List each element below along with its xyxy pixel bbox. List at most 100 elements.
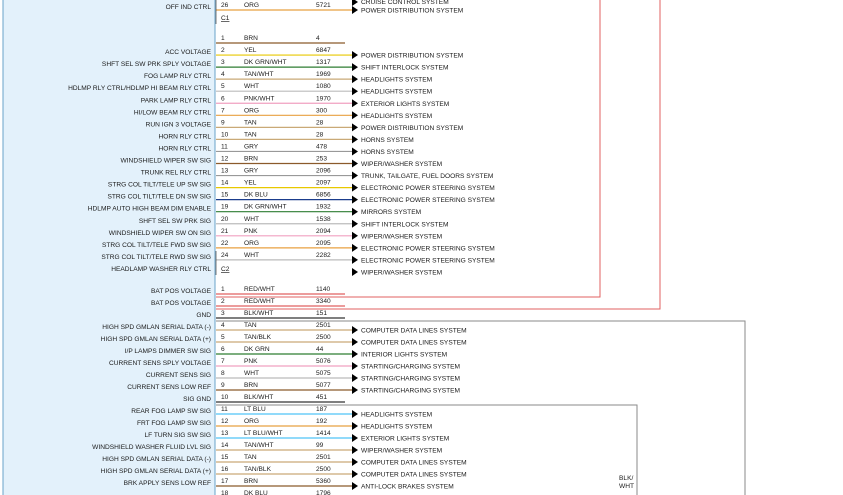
- terminal-label: CURRENT SENS LOW REF: [127, 384, 211, 391]
- terminal-label: HORN RLY CTRL: [158, 145, 211, 152]
- connection-arrow: [352, 219, 358, 228]
- pin-number: 12: [221, 156, 229, 163]
- wire-color: PNK/WHT: [244, 95, 274, 102]
- connection-arrow: [352, 470, 358, 478]
- wire-color: WHT: [244, 252, 259, 259]
- wire-row: GND 3 BLK/WHT 151: [196, 310, 345, 319]
- terminal-label: STRG COL TILT/TELE UP SW SIG: [108, 182, 211, 189]
- side-note-text: BLK/: [619, 475, 633, 482]
- pin-number: 9: [221, 119, 225, 126]
- wiring-diagram: BLK/WHT CRUISE CONTROL SYSTEM OFF IND CTR…: [2, 0, 746, 495]
- pin-number: 4: [221, 71, 225, 78]
- pin-number: 10: [221, 394, 229, 401]
- system-label: SHIFT INTERLOCK SYSTEM: [361, 65, 448, 72]
- pin-number: 2: [221, 298, 225, 305]
- circuit-number: 451: [316, 394, 327, 401]
- system-label: TRUNK, TAILGATE, FUEL DOORS SYSTEM: [361, 173, 493, 180]
- connection-arrow: [352, 482, 358, 490]
- terminal-label: FRT FOG LAMP SW SIG: [137, 420, 211, 427]
- pin-number: 9: [221, 382, 225, 389]
- terminal-label: SHFT SEL SW PRK SPLY VOLTAGE: [102, 61, 212, 68]
- pin-number: 19: [221, 204, 229, 211]
- system-label: ELECTRONIC POWER STEERING SYSTEM: [361, 185, 495, 192]
- pin-number: 14: [221, 442, 229, 449]
- circuit-number: 2500: [316, 466, 331, 473]
- terminal-label: ACC VOLTAGE: [165, 49, 212, 56]
- side-note-text: WHT: [619, 483, 634, 490]
- system-label: COMPUTER DATA LINES SYSTEM: [361, 460, 467, 467]
- terminal-label: HIGH SPD GMLAN SERIAL DATA (-): [102, 324, 211, 331]
- wire-color: BRN: [244, 35, 258, 42]
- wire-color: WHT: [244, 216, 259, 223]
- connection-arrow: [352, 326, 358, 334]
- pin-number: 12: [221, 418, 229, 425]
- pin-number: 26: [221, 2, 229, 9]
- terminal-label: TRUNK REL RLY CTRL: [141, 170, 212, 177]
- wire-color: DK GRN: [244, 346, 270, 353]
- terminal-label: STRG COL TILT/TELE DN SW SIG: [107, 194, 211, 201]
- pin-number: 24: [221, 252, 229, 259]
- system-label: COMPUTER DATA LINES SYSTEM: [361, 328, 467, 335]
- wire-color: TAN/WHT: [244, 71, 274, 78]
- wire-color: RED/WHT: [244, 286, 275, 293]
- system-label: WIPER/WASHER SYSTEM: [361, 233, 442, 240]
- circuit-number: 1317: [316, 59, 331, 66]
- pin-number: 22: [221, 240, 229, 247]
- system-label: HEADLIGHTS SYSTEM: [361, 89, 432, 96]
- wire-row: BAT POS VOLTAGE 1 RED/WHT 1140: [151, 286, 345, 295]
- system-label: POWER DISTRIBUTION SYSTEM: [361, 8, 463, 15]
- pin-number: 18: [221, 490, 229, 495]
- pin-number: 3: [221, 310, 225, 317]
- pin-number: 8: [221, 370, 225, 377]
- circuit-number: 1796: [316, 490, 331, 495]
- system-label: COMPUTER DATA LINES SYSTEM: [361, 472, 467, 479]
- pin-number: 21: [221, 228, 229, 235]
- connection-arrow: [352, 63, 358, 72]
- circuit-number: 1969: [316, 71, 331, 78]
- wire-color: DK GRN/WHT: [244, 204, 287, 211]
- pin-number: 11: [221, 406, 228, 413]
- system-label: ELECTRONIC POWER STEERING SYSTEM: [361, 245, 495, 252]
- circuit-number: 253: [316, 156, 327, 163]
- system-label: ELECTRONIC POWER STEERING SYSTEM: [361, 197, 495, 204]
- circuit-number: 6847: [316, 47, 331, 54]
- terminal-label: WINDSHIELD WIPER SW SIG: [121, 158, 212, 165]
- system-label: INTERIOR LIGHTS SYSTEM: [361, 352, 447, 359]
- circuit-number: 1932: [316, 204, 331, 211]
- wire-color: BRN: [244, 382, 258, 389]
- connection-arrow: [352, 386, 358, 394]
- connection-arrow: [352, 410, 358, 418]
- connection-arrow: [352, 434, 358, 442]
- connection-arrow: [352, 362, 358, 370]
- circuit-number: 5077: [316, 382, 331, 389]
- pin-number: 13: [221, 168, 229, 175]
- connection-arrow: [352, 338, 358, 346]
- wire-color: TAN: [244, 322, 257, 329]
- connection-arrow: [352, 350, 358, 358]
- connector-label: C2: [221, 266, 230, 273]
- terminal-label: BAT POS VOLTAGE: [151, 300, 212, 307]
- wire-color: GRY: [244, 168, 259, 175]
- pin-number: 13: [221, 430, 229, 437]
- wire-color: TAN/BLK: [244, 334, 272, 341]
- system-label: HEADLIGHTS SYSTEM: [361, 424, 432, 431]
- system-label: WIPER/WASHER SYSTEM: [361, 269, 442, 276]
- system-label: ANTI-LOCK BRAKES SYSTEM: [361, 484, 454, 491]
- wire-color: DK BLU: [244, 490, 268, 495]
- pin-number: 5: [221, 83, 225, 90]
- terminal-label: STRG COL TILT/TELE RWD SW SIG: [101, 254, 211, 261]
- pin-number: 7: [221, 358, 225, 365]
- wire-color: BLK/WHT: [244, 310, 273, 317]
- terminal-label: HORN RLY CTRL: [158, 133, 211, 140]
- circuit-number: 151: [316, 310, 327, 317]
- wire-color: TAN: [244, 131, 257, 138]
- connection-arrow: [352, 183, 358, 192]
- wire-color: LT BLU/WHT: [244, 430, 283, 437]
- circuit-number: 1140: [316, 286, 331, 293]
- connection-arrow: [352, 99, 358, 108]
- terminal-label: WINDSHIELD WIPER SW ON SIG: [109, 230, 211, 237]
- system-label: STARTING/CHARGING SYSTEM: [361, 388, 460, 395]
- circuit-number: 2501: [316, 454, 331, 461]
- wire-color: GRY: [244, 143, 259, 150]
- pin-number: 7: [221, 107, 225, 114]
